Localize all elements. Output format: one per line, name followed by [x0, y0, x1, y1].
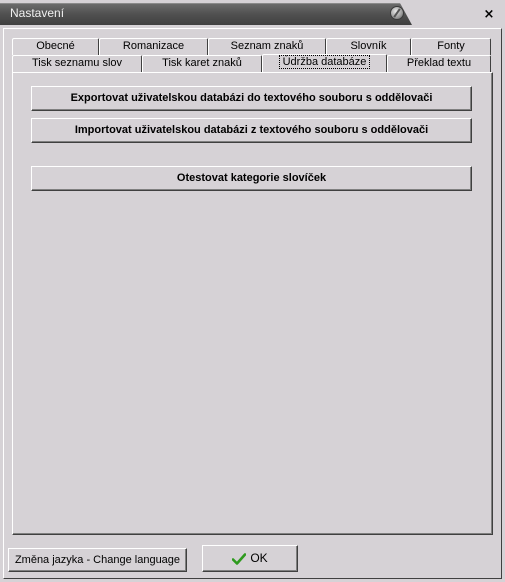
- tab-panel-database-maintenance: Exportovat uživatelskou databázi do text…: [12, 72, 493, 535]
- tab-romanizace[interactable]: Romanizace: [99, 38, 208, 55]
- title-bar[interactable]: Nastavení ×: [0, 0, 505, 30]
- export-database-button[interactable]: Exportovat uživatelskou databázi do text…: [31, 86, 472, 111]
- tab-label: Údržba databáze: [278, 55, 371, 69]
- tab-label: Překlad textu: [406, 57, 472, 69]
- tab-slovnik[interactable]: Slovník: [326, 38, 411, 55]
- ok-button[interactable]: OK: [202, 545, 298, 572]
- ok-label: OK: [250, 551, 268, 565]
- tab-label: Slovník: [350, 40, 387, 52]
- window-title: Nastavení: [10, 6, 65, 20]
- import-database-button[interactable]: Importovat uživatelskou databázi z texto…: [31, 118, 472, 143]
- tab-label: Fonty: [437, 40, 465, 52]
- tab-tisk-karet-znaku[interactable]: Tisk karet znaků: [142, 55, 262, 72]
- change-language-button[interactable]: Změna jazyka - Change language: [8, 548, 187, 572]
- checkmark-icon: [232, 553, 247, 565]
- tab-udrzba-databaze[interactable]: Údržba databáze: [262, 54, 387, 72]
- tab-tisk-seznamu-slov[interactable]: Tisk seznamu slov: [12, 55, 142, 72]
- tab-preklad-textu[interactable]: Překlad textu: [387, 55, 491, 72]
- tab-obecne[interactable]: Obecné: [12, 38, 99, 55]
- tab-label: Obecné: [36, 40, 75, 52]
- close-button[interactable]: ×: [482, 8, 496, 22]
- gear-settings-icon: [390, 6, 404, 20]
- tab-label: Tisk seznamu slov: [31, 57, 123, 69]
- tab-label: Seznam znaků: [230, 40, 304, 52]
- tab-label: Romanizace: [122, 40, 185, 52]
- settings-window: Nastavení × Obecné Romanizace Seznam zna…: [0, 0, 505, 582]
- tab-fonty[interactable]: Fonty: [411, 38, 491, 55]
- test-categories-button[interactable]: Otestovat kategorie slovíček: [31, 166, 472, 191]
- tab-seznam-znaku[interactable]: Seznam znaků: [208, 38, 326, 55]
- tab-label: Tisk karet znaků: [162, 57, 242, 69]
